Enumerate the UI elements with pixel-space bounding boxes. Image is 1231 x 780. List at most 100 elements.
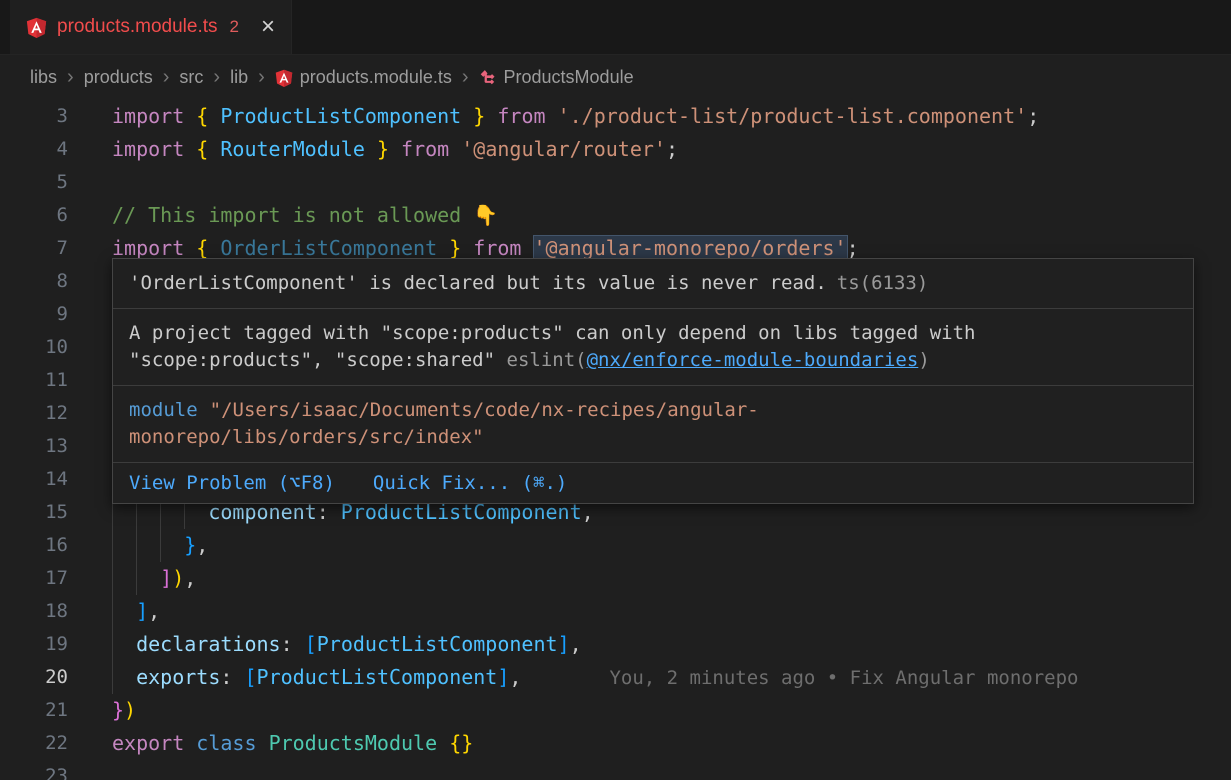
line-number[interactable]: 22 xyxy=(0,727,90,760)
code-line[interactable]: }, xyxy=(112,529,1231,562)
code-token: : xyxy=(220,665,244,689)
code-token: } xyxy=(377,137,389,161)
breadcrumb: libs › products › src › lib › products.m… xyxy=(0,55,1231,100)
code-token xyxy=(461,236,473,260)
code-token: ] xyxy=(136,599,148,623)
code-token xyxy=(112,599,136,623)
line-number[interactable]: 18 xyxy=(0,595,90,628)
tab-close-icon[interactable]: × xyxy=(261,15,275,39)
code-token: { xyxy=(196,137,208,161)
line-number[interactable]: 5 xyxy=(0,166,90,199)
code-line[interactable]: ]), xyxy=(112,562,1231,595)
code-token: declarations xyxy=(136,632,281,656)
code-token: import xyxy=(112,236,184,260)
code-token xyxy=(257,731,269,755)
code-line[interactable] xyxy=(112,760,1231,780)
line-number[interactable]: 17 xyxy=(0,562,90,595)
hover-popup: 'OrderListComponent' is declared but its… xyxy=(112,258,1194,504)
line-number[interactable]: 11 xyxy=(0,364,90,397)
line-number[interactable]: 14 xyxy=(0,463,90,496)
breadcrumb-item-symbol[interactable]: ProductsModule xyxy=(479,67,634,88)
breadcrumb-item-libs[interactable]: libs xyxy=(30,67,57,88)
chevron-right-icon: › xyxy=(213,66,220,89)
line-number[interactable]: 10 xyxy=(0,331,90,364)
breadcrumb-item-products[interactable]: products xyxy=(84,67,153,88)
code-token xyxy=(112,632,136,656)
quick-fix-action[interactable]: Quick Fix... (⌘.) xyxy=(373,472,567,494)
angular-file-icon xyxy=(275,69,293,87)
line-number[interactable]: 16 xyxy=(0,529,90,562)
line-number[interactable]: 23 xyxy=(0,760,90,780)
editor: 34567891011121314151617181920212223 impo… xyxy=(0,100,1231,780)
code-line[interactable]: // This import is not allowed 👇 xyxy=(112,199,1231,232)
breadcrumb-item-src[interactable]: src xyxy=(179,67,203,88)
code-token: , xyxy=(196,533,208,557)
indent-guide xyxy=(112,562,113,595)
code-token xyxy=(437,236,449,260)
code-line[interactable]: }) xyxy=(112,694,1231,727)
code-token xyxy=(389,137,401,161)
line-number[interactable]: 6 xyxy=(0,199,90,232)
hover-action-bar: View Problem (⌥F8) Quick Fix... (⌘.) xyxy=(113,463,1193,503)
code-token xyxy=(208,236,220,260)
code-line[interactable] xyxy=(112,166,1231,199)
code-token: from xyxy=(473,236,521,260)
indent-guide xyxy=(136,529,137,562)
code-token xyxy=(365,137,377,161)
indent-guide xyxy=(112,529,113,562)
tab-products-module[interactable]: products.module.ts 2 × xyxy=(10,0,292,54)
eslint-rule-link[interactable]: @nx/enforce-module-boundaries xyxy=(587,349,919,371)
line-number[interactable]: 7 xyxy=(0,232,90,265)
gutter: 34567891011121314151617181920212223 xyxy=(0,100,90,780)
code-text: import { ProductListComponent } from './… xyxy=(112,104,1039,128)
code-line[interactable]: declarations: [ProductListComponent], xyxy=(112,628,1231,661)
code-token: class xyxy=(196,731,256,755)
ts-error-text: 'OrderListComponent' is declared but its… xyxy=(129,272,827,294)
code-token xyxy=(208,137,220,161)
tab-bar: products.module.ts 2 × xyxy=(0,0,1231,55)
line-number[interactable]: 13 xyxy=(0,430,90,463)
code-text: ], xyxy=(112,599,160,623)
code-token: } xyxy=(473,104,485,128)
module-path-line1: "/Users/isaac/Documents/code/nx-recipes/… xyxy=(210,399,759,421)
breadcrumb-item-lib[interactable]: lib xyxy=(230,67,248,88)
code-token xyxy=(184,731,196,755)
code-line[interactable]: import { RouterModule } from '@angular/r… xyxy=(112,133,1231,166)
chevron-right-icon: › xyxy=(258,66,265,89)
code-token: import xyxy=(112,137,184,161)
view-problem-action[interactable]: View Problem (⌥F8) xyxy=(129,472,335,494)
eslint-rule-suffix: ) xyxy=(918,349,929,371)
code-line[interactable]: import { ProductListComponent } from './… xyxy=(112,100,1231,133)
line-number[interactable]: 8 xyxy=(0,265,90,298)
code-token: // This import is not allowed xyxy=(112,203,473,227)
code-token: ] xyxy=(160,566,172,590)
line-number[interactable]: 12 xyxy=(0,397,90,430)
code-token: 👇 xyxy=(473,203,498,227)
code-token: exports xyxy=(136,665,220,689)
chevron-right-icon: › xyxy=(67,66,74,89)
line-number[interactable]: 3 xyxy=(0,100,90,133)
code-token: } xyxy=(449,236,461,260)
code-text: }) xyxy=(112,698,136,722)
error-squiggle-range: import { OrderListComponent } from '@ang… xyxy=(112,236,859,260)
code-line[interactable]: exports: [ProductListComponent],You, 2 m… xyxy=(112,661,1231,694)
line-number[interactable]: 9 xyxy=(0,298,90,331)
line-number[interactable]: 21 xyxy=(0,694,90,727)
eslint-error-text-line2: "scope:products", "scope:shared" xyxy=(129,349,507,371)
code-token: '@angular/router' xyxy=(461,137,666,161)
vscode-window: products.module.ts 2 × libs › products ›… xyxy=(0,0,1231,780)
code-token: {} xyxy=(449,731,473,755)
code-line[interactable]: ], xyxy=(112,595,1231,628)
line-number[interactable]: 19 xyxy=(0,628,90,661)
code-line[interactable]: export class ProductsModule {} xyxy=(112,727,1231,760)
code-token xyxy=(112,533,184,557)
line-number[interactable]: 20 xyxy=(0,661,90,694)
breadcrumb-item-file[interactable]: products.module.ts xyxy=(275,67,452,88)
code-token xyxy=(208,104,220,128)
code-token xyxy=(437,731,449,755)
eslint-error-text-line1: A project tagged with "scope:products" c… xyxy=(129,322,975,344)
indent-guide xyxy=(160,529,161,562)
line-number[interactable]: 15 xyxy=(0,496,90,529)
line-number[interactable]: 4 xyxy=(0,133,90,166)
code-token: ProductListComponent xyxy=(257,665,498,689)
